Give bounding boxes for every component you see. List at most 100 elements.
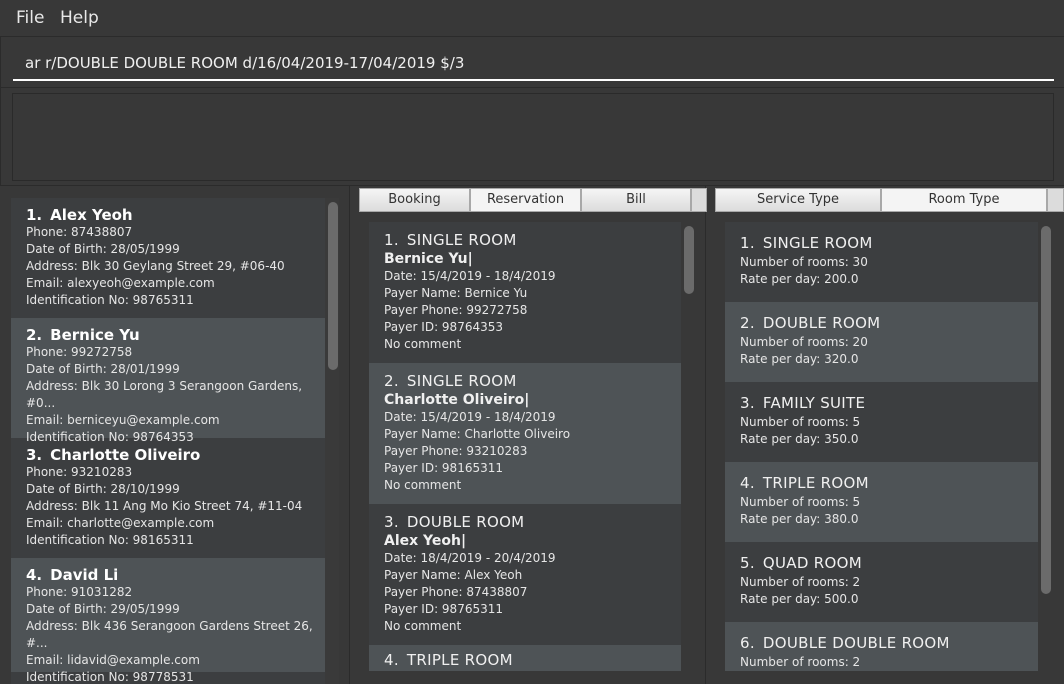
- tab-booking[interactable]: Booking: [359, 188, 470, 212]
- reservation-payer-name: Payer Name: Charlotte Oliveiro: [384, 427, 571, 441]
- room-type-card[interactable]: 6. DOUBLE DOUBLE ROOM Number of rooms: 2: [725, 622, 1038, 671]
- tab-bar-filler: [691, 188, 707, 212]
- command-input[interactable]: [13, 47, 1054, 81]
- room-type-count: Number of rooms: 2: [740, 655, 861, 669]
- room-type-count: Number of rooms: 5: [740, 495, 861, 509]
- customer-address: Address: Blk 30 Geylang Street 29, #06-4…: [26, 259, 285, 273]
- reservation-guest: Alex Yeoh|: [384, 533, 467, 549]
- customer-card[interactable]: 3. Charlotte Oliveiro Phone: 93210283 Dat…: [11, 438, 325, 558]
- customer-phone: Phone: 91031282: [26, 585, 133, 599]
- customer-phone: Phone: 93210283: [26, 465, 133, 479]
- customer-dob: Date of Birth: 28/05/1999: [26, 242, 180, 256]
- room-type-list[interactable]: 1. SINGLE ROOM Number of rooms: 30 Rate p…: [725, 222, 1055, 671]
- reservation-room: SINGLE ROOM: [406, 372, 517, 390]
- reservation-card[interactable]: 2. SINGLE ROOM Charlotte Oliveiro| Date: …: [369, 363, 681, 504]
- customer-email: Email: lidavid@example.com: [26, 653, 200, 667]
- reservation-payer-id: Payer ID: 98765311: [384, 602, 503, 616]
- reservation-card[interactable]: 3. DOUBLE ROOM Alex Yeoh| Date: 18/4/2019…: [369, 504, 681, 645]
- reservation-card[interactable]: 4. TRIPLE ROOM: [369, 645, 681, 671]
- room-type-card[interactable]: 2. DOUBLE ROOM Number of rooms: 20 Rate p…: [725, 302, 1038, 382]
- reservation-scrollbar-thumb[interactable]: [684, 226, 694, 294]
- reservation-payer-id: Payer ID: 98165311: [384, 461, 503, 475]
- room-type-card[interactable]: 3. FAMILY SUITE Number of rooms: 5 Rate p…: [725, 382, 1038, 462]
- room-type-name: DOUBLE DOUBLE ROOM: [762, 634, 950, 652]
- room-type-index: 6.: [740, 634, 755, 652]
- room-type-count: Number of rooms: 5: [740, 415, 861, 429]
- reservation-payer-phone: Payer Phone: 87438807: [384, 585, 528, 599]
- result-display[interactable]: [12, 93, 1054, 181]
- room-type-card[interactable]: 5. QUAD ROOM Number of rooms: 2 Rate per …: [725, 542, 1038, 622]
- customer-index: 1.: [26, 206, 43, 224]
- customer-panel: 1. Alex Yeoh Phone: 87438807 Date of Birt…: [0, 186, 350, 684]
- reservation-list[interactable]: 1. SINGLE ROOM Bernice Yu| Date: 15/4/201…: [369, 222, 697, 671]
- reservation-card[interactable]: 1. SINGLE ROOM Bernice Yu| Date: 15/4/201…: [369, 222, 681, 363]
- customer-id: Identification No: 98778531: [26, 670, 194, 684]
- customer-email: Email: alexyeoh@example.com: [26, 276, 215, 290]
- menu-bar: File Help: [0, 0, 1064, 36]
- customer-email: Email: charlotte@example.com: [26, 516, 215, 530]
- room-type-rate: Rate per day: 200.0: [740, 272, 859, 286]
- room-type-name: FAMILY SUITE: [762, 394, 866, 412]
- reservation-comment: No comment: [384, 478, 462, 492]
- room-type-name: QUAD ROOM: [762, 554, 862, 572]
- command-box: [0, 36, 1064, 88]
- customer-index: 2.: [26, 326, 43, 344]
- room-type-index: 1.: [740, 234, 755, 252]
- reservation-payer-phone: Payer Phone: 99272758: [384, 303, 528, 317]
- customer-index: 4.: [26, 566, 43, 584]
- customer-address: Address: Blk 30 Lorong 3 Serangoon Garde…: [26, 379, 303, 410]
- reservation-payer-id: Payer ID: 98764353: [384, 320, 503, 334]
- reservation-room: DOUBLE ROOM: [406, 513, 525, 531]
- reservation-guest: Bernice Yu|: [384, 251, 473, 267]
- customer-list[interactable]: 1. Alex Yeoh Phone: 87438807 Date of Birt…: [11, 198, 339, 684]
- tab-bill[interactable]: Bill: [581, 188, 691, 212]
- room-type-count: Number of rooms: 20: [740, 335, 868, 349]
- customer-address: Address: Blk 11 Ang Mo Kio Street 74, #1…: [26, 499, 303, 513]
- reservation-index: 1.: [384, 231, 399, 249]
- room-type-scrollbar-track[interactable]: [1038, 222, 1055, 671]
- room-type-name: DOUBLE ROOM: [762, 314, 881, 332]
- menu-file[interactable]: File: [16, 8, 44, 28]
- reservation-scrollbar-track[interactable]: [681, 222, 697, 671]
- customer-scrollbar-track[interactable]: [325, 198, 339, 684]
- customer-card[interactable]: 1. Alex Yeoh Phone: 87438807 Date of Birt…: [11, 198, 325, 318]
- room-type-card[interactable]: 1. SINGLE ROOM Number of rooms: 30 Rate p…: [725, 222, 1038, 302]
- menu-help[interactable]: Help: [60, 8, 99, 28]
- reservation-panel: Booking Reservation Bill 1. SINGLE ROOM B…: [351, 186, 707, 684]
- customer-email: Email: berniceyu@example.com: [26, 413, 220, 427]
- tab-service-type[interactable]: Service Type: [715, 188, 881, 212]
- room-type-card[interactable]: 4. TRIPLE ROOM Number of rooms: 5 Rate pe…: [725, 462, 1038, 542]
- customer-card[interactable]: 2. Bernice Yu Phone: 99272758 Date of Bir…: [11, 318, 325, 444]
- room-type-name: TRIPLE ROOM: [762, 474, 869, 492]
- customer-index: 3.: [26, 446, 43, 464]
- reservation-index: 3.: [384, 513, 399, 531]
- room-type-index: 3.: [740, 394, 755, 412]
- customer-dob: Date of Birth: 29/05/1999: [26, 602, 180, 616]
- reservation-date: Date: 15/4/2019 - 18/4/2019: [384, 269, 556, 283]
- room-type-index: 2.: [740, 314, 755, 332]
- customer-phone: Phone: 87438807: [26, 225, 133, 239]
- customer-phone: Phone: 99272758: [26, 345, 133, 359]
- tab-reservation[interactable]: Reservation: [470, 188, 581, 212]
- room-type-name: SINGLE ROOM: [762, 234, 873, 252]
- tab-room-type[interactable]: Room Type: [881, 188, 1047, 212]
- room-type-scrollbar-thumb[interactable]: [1041, 226, 1051, 594]
- customer-name: Alex Yeoh: [50, 206, 133, 224]
- customer-card[interactable]: 4. David Li Phone: 91031282 Date of Birth…: [11, 558, 325, 684]
- reservation-index: 4.: [384, 651, 399, 669]
- room-type-index: 4.: [740, 474, 755, 492]
- room-type-rate: Rate per day: 350.0: [740, 432, 859, 446]
- room-type-index: 5.: [740, 554, 755, 572]
- customer-name: Charlotte Oliveiro: [50, 446, 201, 464]
- room-type-rate: Rate per day: 500.0: [740, 592, 859, 606]
- room-type-panel: Service Type Room Type 1. SINGLE ROOM Num…: [707, 186, 1064, 684]
- customer-name: Bernice Yu: [50, 326, 140, 344]
- reservation-comment: No comment: [384, 619, 462, 633]
- reservation-room: TRIPLE ROOM: [406, 651, 513, 669]
- customer-dob: Date of Birth: 28/01/1999: [26, 362, 180, 376]
- room-type-rate: Rate per day: 320.0: [740, 352, 859, 366]
- reservation-comment: No comment: [384, 337, 462, 351]
- customer-id: Identification No: 98165311: [26, 533, 194, 547]
- customer-scrollbar-thumb[interactable]: [328, 202, 338, 370]
- customer-id: Identification No: 98765311: [26, 293, 194, 307]
